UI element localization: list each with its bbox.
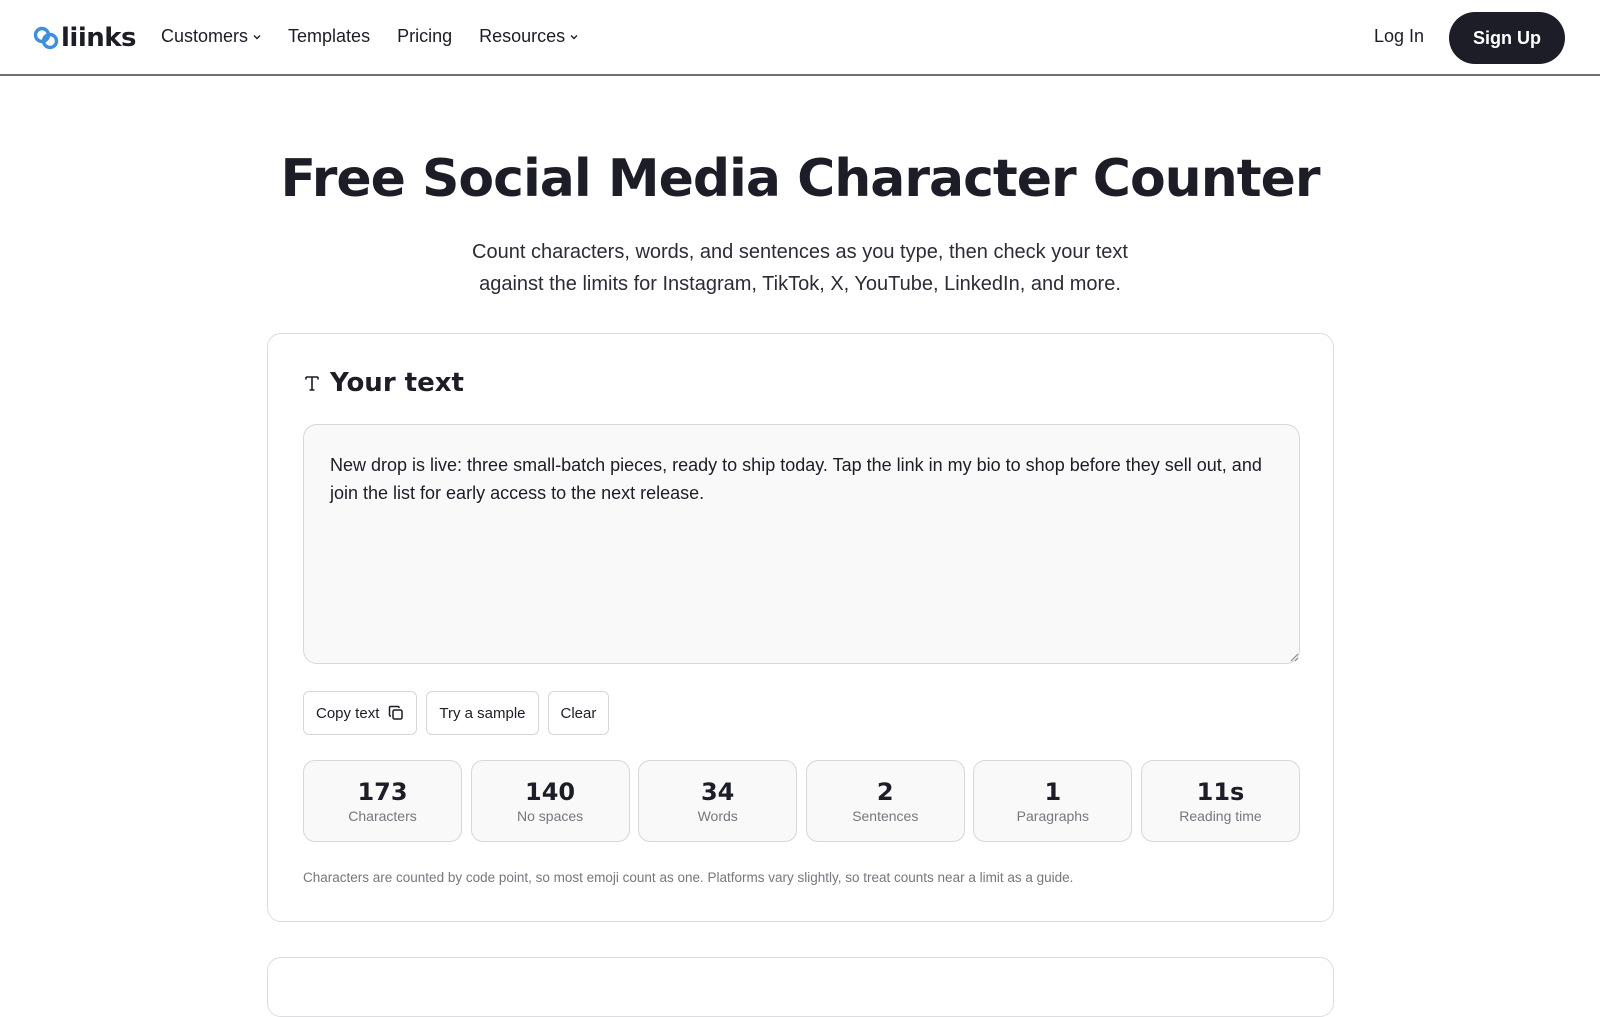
logo-text: liinks [61,23,137,53]
stat-label: Sentences [852,808,919,824]
stat-value: 2 [876,778,894,806]
link-logo-icon [33,26,59,50]
stat-words: 34 Words [638,760,798,842]
stat-value: 173 [357,778,408,806]
page-subtitle-line2: against the limits for Instagram, TikTok… [479,273,1121,295]
text-input[interactable]: New drop is live: three small-batch piec… [303,424,1300,664]
stats-row: 173 Characters 140 No spaces 34 Words 2 … [303,760,1300,842]
nav-templates[interactable]: Templates [288,26,370,47]
page-title-highlight: Character Counter [783,146,1334,212]
stat-label: Words [697,808,738,824]
chevron-down-icon [253,34,261,39]
page-subtitle: Count characters, words, and sentences a… [400,236,1200,300]
nav-templates-label: Templates [288,26,371,46]
nav-links: Customers Templates Pricing Resources [161,26,605,47]
stat-label: Reading time [1179,808,1262,824]
clear-button[interactable]: Clear [547,691,610,735]
stat-label: No spaces [517,808,584,824]
copy-text-label: Copy text [316,704,380,722]
chevron-down-icon [570,34,578,39]
nav-pricing[interactable]: Pricing [397,26,452,47]
nav-pricing-label: Pricing [397,26,453,46]
stat-value: 140 [525,778,576,806]
stat-sentences: 2 Sentences [805,760,965,842]
counting-note: Characters are counted by code point, so… [303,870,1074,885]
copy-icon [389,705,404,720]
stat-no-spaces: 140 No spaces [470,760,630,842]
nav-customers[interactable]: Customers [161,26,261,47]
page-subtitle-line1: Count characters, words, and sentences a… [472,241,1128,263]
stat-value: 1 [1044,778,1062,806]
stat-reading-time: 11s Reading time [1140,760,1300,842]
login-link[interactable]: Log In [1374,26,1424,47]
logo[interactable]: liinks [33,22,137,54]
page-title-plain: Free Social Media [280,149,798,209]
stat-label: Paragraphs [1016,808,1090,824]
next-section-card [267,957,1334,1017]
nav-resources[interactable]: Resources [479,26,578,47]
try-sample-button[interactable]: Try a sample [426,691,539,735]
copy-text-button[interactable]: Copy text [303,691,418,735]
card-header: Your text [304,368,464,398]
nav-customers-label: Customers [161,26,249,46]
stat-label: Characters [348,808,417,824]
stat-value: 11s [1196,778,1245,806]
signup-button[interactable]: Sign Up [1449,12,1565,64]
card-title: Your text [330,368,464,398]
text-icon [305,376,319,391]
stat-paragraphs: 1 Paragraphs [973,760,1133,842]
resize-handle-icon[interactable] [1289,652,1299,662]
text-counter-card: Your text New drop is live: three small-… [267,333,1334,922]
stat-value: 34 [700,778,735,806]
page-title: Free Social Media Character Counter [0,146,1600,212]
nav-resources-label: Resources [479,26,566,46]
action-buttons: Copy text Try a sample Clear [303,691,618,735]
top-nav: liinks Customers Templates Pricing Resou… [0,0,1600,76]
stat-characters: 173 Characters [303,760,462,842]
